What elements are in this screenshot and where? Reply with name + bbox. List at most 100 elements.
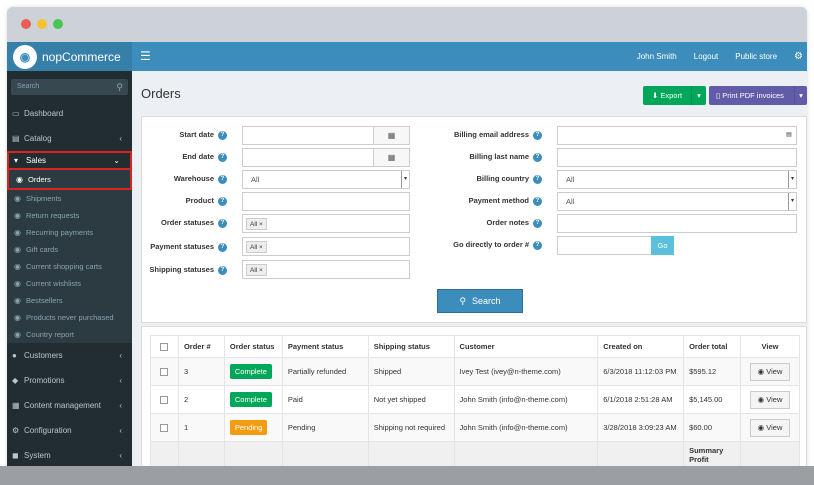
end-date-input[interactable]: ▦: [242, 148, 410, 167]
sidebar-item-catalog[interactable]: ▤ Catalog ‹: [7, 126, 132, 151]
help-icon[interactable]: ?: [218, 265, 227, 275]
help-icon[interactable]: ?: [533, 174, 542, 184]
sidebar-search-input[interactable]: Search ⚲: [11, 79, 128, 95]
help-icon[interactable]: ?: [533, 152, 542, 162]
sidebar-item-label: Gift cards: [26, 245, 59, 254]
selected-tag[interactable]: All ×: [246, 264, 267, 276]
view-button[interactable]: ◉ View: [750, 418, 790, 437]
minimize-window-button[interactable]: [37, 19, 47, 29]
view-button[interactable]: ◉ View: [750, 390, 790, 409]
row-checkbox[interactable]: [160, 424, 169, 432]
column-header[interactable]: Order total: [683, 335, 741, 358]
start-date-input[interactable]: ▦: [242, 126, 410, 145]
user-name-link[interactable]: John Smith: [637, 52, 677, 61]
go-to-order-input[interactable]: [557, 236, 652, 255]
help-icon[interactable]: ?: [218, 130, 227, 140]
sidebar-item-label: Current shopping carts: [26, 262, 102, 271]
book-icon: ▤: [12, 134, 20, 143]
view-button[interactable]: ◉ View: [750, 362, 790, 381]
sidebar-item-country-report[interactable]: ◉ Country report: [7, 326, 132, 343]
sidebar-item-dashboard[interactable]: ▭ Dashboard: [7, 101, 132, 126]
logout-link[interactable]: Logout: [694, 52, 718, 61]
sidebar-item-sales[interactable]: ▾ Sales ⌄: [7, 151, 132, 170]
sidebar-item-label: Catalog: [24, 134, 52, 143]
maximize-window-button[interactable]: [53, 19, 63, 29]
selected-tag[interactable]: All ×: [246, 218, 267, 230]
sidebar-item-shopping-carts[interactable]: ◉ Current shopping carts: [7, 258, 132, 275]
created-on-cell: 6/3/2018 11:12:03 PM: [597, 357, 685, 386]
sidebar-item-customers[interactable]: ● Customers ‹: [7, 343, 132, 368]
sales-submenu: ◉ Orders ◉ Shipments ◉ Return requests ◉ Rec…: [7, 170, 132, 343]
sidebar-item-bestsellers[interactable]: ◉ Bestsellers: [7, 292, 132, 309]
help-icon[interactable]: ?: [533, 240, 542, 250]
help-icon[interactable]: ?: [218, 218, 227, 228]
calendar-icon[interactable]: ▦: [373, 149, 409, 166]
chevron-left-icon: ‹: [119, 426, 122, 435]
sidebar-item-configuration[interactable]: ⚙ Configuration ‹: [7, 418, 132, 443]
end-date-label: End date?: [142, 152, 227, 162]
help-icon[interactable]: ?: [218, 152, 227, 162]
shipping-statuses-label: Shipping statuses?: [142, 265, 227, 275]
export-button[interactable]: ⬇ Export ▾: [643, 86, 706, 105]
start-date-label: Start date?: [142, 130, 227, 140]
product-label: Product?: [142, 196, 227, 206]
column-header[interactable]: Order status: [223, 335, 283, 358]
sidebar-item-content-management[interactable]: ▦ Content management ‹: [7, 393, 132, 418]
orders-table: Order # Order status Payment status Ship…: [150, 335, 800, 478]
search-button[interactable]: ⚲ Search: [437, 289, 523, 313]
help-icon[interactable]: ?: [533, 196, 542, 206]
product-input[interactable]: [242, 192, 410, 211]
select-all-checkbox[interactable]: [160, 343, 169, 351]
calendar-icon[interactable]: ▦: [373, 127, 409, 144]
help-icon[interactable]: ?: [218, 242, 227, 252]
help-icon[interactable]: ?: [218, 196, 227, 206]
warehouse-select[interactable]: All ▾: [242, 170, 410, 189]
go-button[interactable]: Go: [651, 236, 674, 255]
column-header[interactable]: Order #: [177, 335, 225, 358]
sidebar-item-shipments[interactable]: ◉ Shipments: [7, 190, 132, 207]
print-pdf-button[interactable]: ▯ Print PDF invoices ▾: [709, 86, 807, 105]
menu-toggle-icon[interactable]: ☰: [140, 49, 151, 63]
help-icon[interactable]: ?: [533, 130, 542, 140]
sidebar-item-return-requests[interactable]: ◉ Return requests: [7, 207, 132, 224]
order-notes-input[interactable]: [557, 214, 797, 233]
column-header[interactable]: Customer: [453, 335, 599, 358]
column-header[interactable]: Payment status: [281, 335, 369, 358]
close-window-button[interactable]: [21, 19, 31, 29]
sidebar-item-promotions[interactable]: ◆ Promotions ‹: [7, 368, 132, 393]
row-checkbox[interactable]: [160, 396, 169, 404]
shipping-statuses-multiselect[interactable]: All ×: [242, 260, 410, 279]
sidebar-item-system[interactable]: ◼ System ‹: [7, 443, 132, 468]
row-checkbox[interactable]: [160, 368, 169, 376]
eye-icon: ◉: [757, 422, 767, 432]
gears-icon[interactable]: ⚙: [794, 51, 803, 62]
help-icon[interactable]: ?: [218, 174, 227, 184]
sidebar-item-recurring-payments[interactable]: ◉ Recurring payments: [7, 224, 132, 241]
billing-country-select[interactable]: All ▾: [557, 170, 797, 189]
order-statuses-multiselect[interactable]: All ×: [242, 214, 410, 233]
order-number-cell: 1: [177, 413, 225, 442]
payment-method-select[interactable]: All ▾: [557, 192, 797, 211]
sidebar-item-label: Sales: [26, 156, 47, 165]
search-icon[interactable]: ⚲: [116, 79, 123, 95]
sidebar-item-label: Products never purchased: [26, 313, 114, 322]
export-dropdown-caret[interactable]: ▾: [691, 86, 706, 105]
customer-cell: John Smith (info@n-theme.com): [453, 413, 599, 442]
public-store-link[interactable]: Public store: [735, 52, 777, 61]
pdf-dropdown-caret[interactable]: ▾: [794, 86, 807, 105]
billing-last-name-input[interactable]: [557, 148, 797, 167]
brand-logo[interactable]: ◉ nopCommerce: [7, 42, 132, 71]
payment-status-cell: Partially refunded: [281, 357, 369, 386]
sidebar-item-never-purchased[interactable]: ◉ Products never purchased: [7, 309, 132, 326]
column-header[interactable]: Created on: [597, 335, 685, 358]
help-icon[interactable]: ?: [533, 218, 542, 228]
sidebar-item-orders[interactable]: ◉ Orders: [7, 170, 132, 190]
sidebar-item-gift-cards[interactable]: ◉ Gift cards: [7, 241, 132, 258]
billing-email-input[interactable]: ▤: [557, 126, 797, 145]
selected-tag[interactable]: All ×: [246, 241, 267, 253]
order-total-cell: $60.00: [683, 413, 741, 442]
search-panel: Start date? ▦ End date? ▦ Warehouse? All…: [141, 116, 807, 323]
payment-statuses-multiselect[interactable]: All ×: [242, 237, 410, 256]
sidebar-item-wishlists[interactable]: ◉ Current wishlists: [7, 275, 132, 292]
column-header[interactable]: Shipping status: [367, 335, 455, 358]
